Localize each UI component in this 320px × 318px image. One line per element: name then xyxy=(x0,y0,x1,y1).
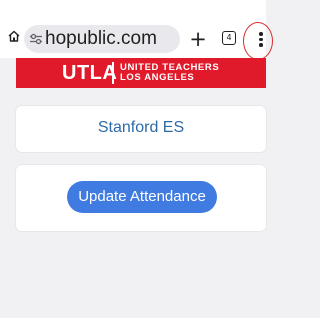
home-icon[interactable] xyxy=(7,29,21,43)
school-card: Stanford ES xyxy=(16,106,266,152)
highlight-circle xyxy=(243,22,273,60)
browser-toolbar: hopublic.com + 4 xyxy=(0,0,273,60)
site-settings-icon[interactable] xyxy=(29,33,43,45)
action-card: Update Attendance xyxy=(16,165,266,231)
utla-tagline: UNITED TEACHERS LOS ANGELES xyxy=(120,63,219,83)
address-bar[interactable]: hopublic.com xyxy=(24,25,180,53)
tagline-line-2: LOS ANGELES xyxy=(120,72,195,83)
new-tab-button[interactable]: + xyxy=(187,27,209,51)
banner-divider xyxy=(112,62,114,84)
utla-banner: UTLA UNITED TEACHERS LOS ANGELES xyxy=(16,58,266,88)
more-menu-icon[interactable] xyxy=(259,32,263,48)
update-attendance-button[interactable]: Update Attendance xyxy=(67,181,217,213)
tab-switcher-icon[interactable]: 4 xyxy=(222,31,236,45)
school-name: Stanford ES xyxy=(97,119,185,136)
utla-logo: UTLA xyxy=(62,62,118,84)
url-text[interactable]: hopublic.com xyxy=(45,27,157,51)
